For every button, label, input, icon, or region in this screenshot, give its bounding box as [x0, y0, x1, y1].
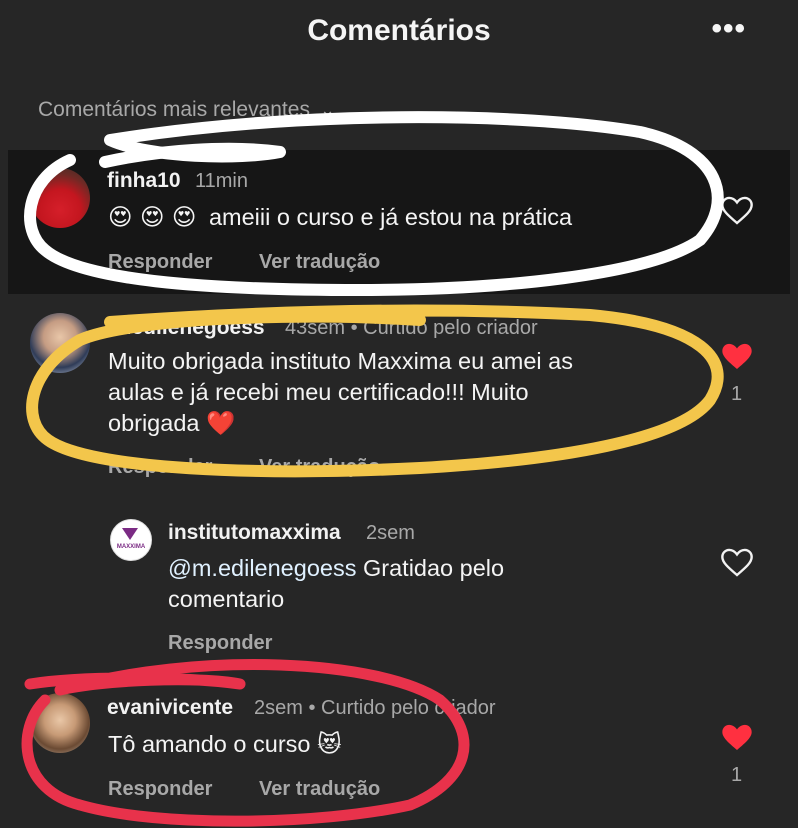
comment-body: ameiii o curso e já estou na prática: [208, 204, 573, 230]
reply-button[interactable]: Responder: [108, 778, 212, 801]
heart-outline-icon[interactable]: [721, 548, 753, 578]
comment-text: 😍 😍 😍 ameiii o curso e já estou na práti…: [108, 202, 572, 233]
chevron-down-icon: ⌄: [319, 100, 336, 120]
comment-username[interactable]: institutomaxxima: [168, 521, 341, 545]
like-count: 1: [731, 383, 743, 405]
sort-dropdown[interactable]: Comentários mais relevantes ⌄: [38, 98, 335, 122]
comment-time: 2sem: [366, 522, 415, 544]
heart-filled-icon[interactable]: [721, 342, 753, 372]
page-title: Comentários: [307, 14, 491, 47]
comment-line: comentario: [168, 586, 285, 612]
translate-button[interactable]: Ver tradução: [259, 778, 380, 801]
reply-button[interactable]: Responder: [108, 251, 212, 274]
avatar[interactable]: MAXXIMA: [110, 519, 152, 561]
reply-button[interactable]: Responder: [168, 632, 272, 655]
heart-filled-icon[interactable]: [721, 723, 753, 753]
avatar-logo-text: MAXXIMA: [116, 544, 146, 550]
heart-eyes-emoji: 😍 😍 😍: [108, 203, 197, 231]
comment-line: aulas e já recebi meu certificado!!! Mui…: [108, 379, 529, 405]
comment-line: Muito obrigada instituto Maxxima eu amei…: [108, 348, 573, 374]
avatar[interactable]: [30, 168, 90, 228]
comment-time: 43sem • Curtido pelo criador: [285, 317, 538, 339]
comment-username[interactable]: m.edilenegoess: [107, 316, 265, 340]
avatar[interactable]: [30, 693, 90, 753]
translate-button[interactable]: Ver tradução: [259, 456, 380, 479]
comment-time: 11min: [195, 170, 248, 192]
header: Comentários •••: [0, 0, 798, 66]
comments-screen: Comentários ••• Comentários mais relevan…: [0, 0, 798, 828]
more-horizontal-icon[interactable]: •••: [711, 14, 746, 44]
sort-label: Comentários mais relevantes: [38, 98, 310, 121]
like-count: 1: [731, 764, 743, 786]
comment-username[interactable]: evanivicente: [107, 696, 233, 720]
comment-line: obrigada ❤️: [108, 410, 236, 436]
comment-time: 2sem • Curtido pelo criador: [254, 697, 496, 719]
comment-text: Muito obrigada instituto Maxxima eu amei…: [108, 346, 573, 439]
comment-body: Gratidao pelo: [356, 555, 505, 581]
mention-link[interactable]: @m.edilenegoess: [168, 555, 356, 581]
comment-text: @m.edilenegoess Gratidao pelo comentario: [168, 553, 504, 615]
comment-text: Tô amando o curso 😻: [108, 731, 342, 757]
heart-outline-icon[interactable]: [721, 196, 753, 226]
logo-icon: [122, 528, 138, 540]
avatar[interactable]: [30, 313, 90, 373]
translate-button[interactable]: Ver tradução: [259, 251, 380, 274]
reply-button[interactable]: Responder: [108, 456, 212, 479]
comment-username[interactable]: finha10: [107, 169, 181, 193]
